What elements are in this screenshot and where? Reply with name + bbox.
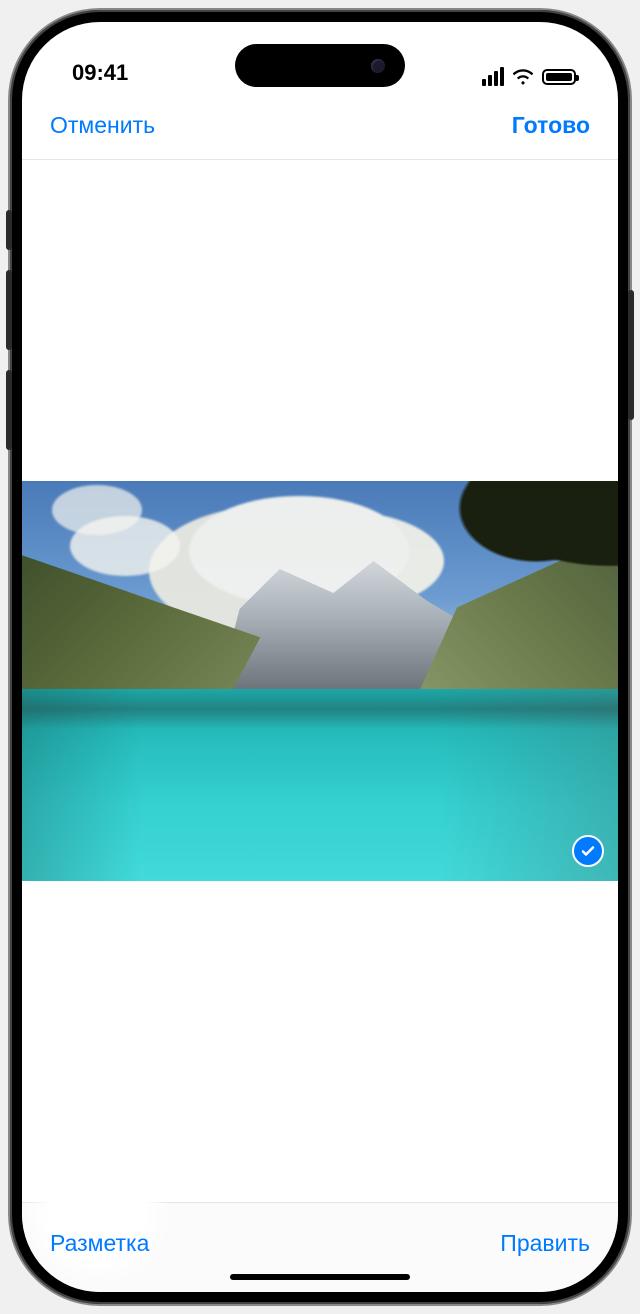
photo-preview[interactable]: [22, 481, 618, 881]
screen: 09:41 Отменить Готово: [22, 22, 618, 1292]
silence-switch: [6, 210, 12, 250]
iphone-frame: 09:41 Отменить Готово: [10, 10, 630, 1304]
done-button[interactable]: Готово: [512, 112, 590, 139]
status-indicators: [482, 67, 576, 86]
volume-up-button: [6, 270, 12, 350]
cancel-button[interactable]: Отменить: [50, 112, 155, 139]
markup-button[interactable]: Разметка: [50, 1230, 149, 1257]
home-indicator[interactable]: [230, 1274, 410, 1280]
content-area: [22, 160, 618, 1202]
volume-down-button: [6, 370, 12, 450]
dynamic-island: [235, 44, 405, 87]
navigation-bar: Отменить Готово: [22, 92, 618, 160]
selected-badge[interactable]: [572, 835, 604, 867]
status-time: 09:41: [72, 60, 128, 86]
photo-tree: [386, 481, 618, 613]
power-button: [628, 290, 634, 420]
battery-icon: [542, 69, 576, 85]
cellular-icon: [482, 67, 504, 86]
photo-shoreline: [22, 689, 618, 729]
wifi-icon: [512, 69, 534, 85]
edit-button[interactable]: Править: [500, 1230, 590, 1257]
checkmark-icon: [580, 843, 596, 859]
